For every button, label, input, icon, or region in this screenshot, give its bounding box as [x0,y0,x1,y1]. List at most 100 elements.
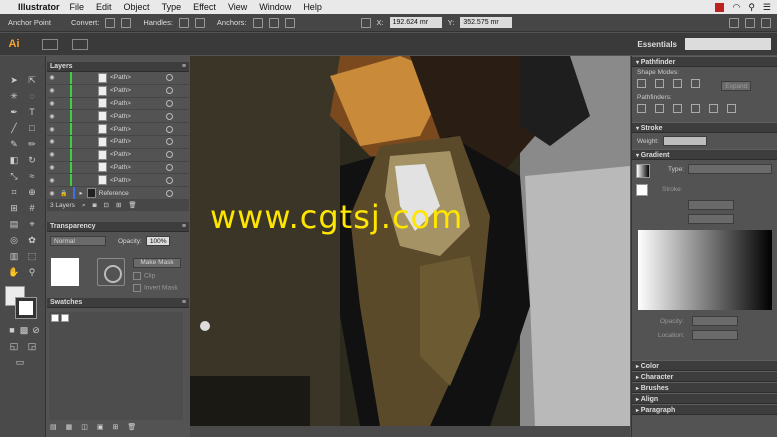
stroke-weight-field[interactable] [662,136,707,146]
divide-icon[interactable] [637,104,646,113]
panel-menu-icon[interactable]: ≡ [182,222,186,232]
help-search-input[interactable] [685,38,771,50]
target-circle-icon[interactable] [166,112,173,120]
workspace-switcher[interactable]: Essentials [637,40,677,49]
swatch-list[interactable] [49,312,183,420]
menu-object[interactable]: Object [124,2,150,12]
lasso-tool-icon[interactable]: ◌ [26,90,38,102]
menu-file[interactable]: File [70,2,85,12]
arrange-documents-button[interactable] [72,38,88,50]
visibility-eye-icon[interactable]: ◉ [47,151,57,158]
x-coordinate-field[interactable]: 192.624 mr [389,17,442,28]
delete-swatch-icon[interactable]: 🗑 [127,423,136,431]
isolate-icon[interactable] [745,17,755,28]
gradient-panel-header[interactable]: Gradient [632,149,777,160]
cut-path-icon[interactable] [284,17,295,28]
bridge-button[interactable] [42,38,58,50]
show-handles-icon[interactable] [178,17,189,28]
type-tool-icon[interactable]: T [26,106,38,118]
aspect-ratio-field[interactable] [688,214,734,224]
minus-back-icon[interactable] [727,104,736,113]
layers-panel-header[interactable]: Layers ≡ [47,62,189,72]
menu-view[interactable]: View [228,2,247,12]
blend-tool-icon[interactable]: ◎ [8,234,20,246]
panel-menu-icon[interactable]: ≡ [182,298,186,308]
rotate-tool-icon[interactable]: ↻ [26,154,38,166]
target-circle-icon[interactable] [166,138,173,146]
visibility-eye-icon[interactable]: ◉ [47,138,57,145]
angle-field[interactable] [688,200,734,210]
expand-arrow-icon[interactable]: ▸ [79,189,82,197]
magic-wand-tool-icon[interactable]: ✳ [8,90,20,102]
hand-tool-icon[interactable]: ✋ [8,266,20,278]
mesh-tool-icon[interactable]: # [26,202,38,214]
new-swatch-icon[interactable]: ⊞ [113,423,119,431]
visibility-eye-icon[interactable]: ◉ [47,74,57,81]
character-panel-header[interactable]: Character [632,371,777,382]
no-mask-icon[interactable] [97,258,125,286]
brushes-panel-header[interactable]: Brushes [632,382,777,393]
layer-row[interactable]: ◉ <Path> [47,123,189,136]
target-circle-icon[interactable] [166,151,173,159]
color-panel-header[interactable]: Color [632,360,777,371]
list-icon[interactable]: ☰ [763,2,771,13]
artboard-canvas[interactable]: www.cgtsj.com [190,56,630,426]
visibility-eye-icon[interactable]: ◉ [47,190,57,197]
record-icon[interactable] [715,2,725,12]
layer-row[interactable]: ◉ <Path> [47,174,189,188]
gradient-type-select[interactable] [688,164,772,174]
layer-row[interactable]: ◉ <Path> [47,110,189,124]
color-mode-icon[interactable]: ■ [6,324,18,336]
warp-tool-icon[interactable]: ≈ [26,170,38,182]
target-circle-icon[interactable] [166,189,173,197]
minus-front-icon[interactable] [655,79,664,88]
connect-anchor-icon[interactable] [268,17,279,28]
line-tool-icon[interactable]: ╱ [8,122,20,134]
paintbrush-tool-icon[interactable]: ✎ [8,138,20,150]
target-circle-icon[interactable] [166,87,173,95]
target-circle-icon[interactable] [166,176,173,184]
show-kinds-icon[interactable]: ▦ [66,423,73,431]
pencil-tool-icon[interactable]: ✏ [26,138,38,150]
align-panel-header[interactable]: Align [632,393,777,404]
layer-row[interactable]: ◉ <Path> [47,72,189,85]
horizontal-scrollbar[interactable] [190,426,630,437]
panel-menu-icon[interactable]: ≡ [182,62,186,72]
artboard-tool-icon[interactable]: ⬚ [26,250,38,262]
invert-mask-checkbox[interactable]: Invert Mask [133,284,178,292]
stroke-color-swatch[interactable] [15,297,37,319]
make-mask-button[interactable]: Make Mask [133,258,181,268]
swatch-library-icon[interactable]: ▤ [50,423,57,431]
gradient-swatch[interactable] [636,164,650,178]
crop-icon[interactable] [691,104,700,113]
screen-mode-icon[interactable]: ▭ [14,356,26,368]
shape-builder-tool-icon[interactable]: ⊕ [26,186,38,198]
clipping-mask-icon[interactable]: ◙ [93,200,97,211]
outline-icon[interactable] [709,104,718,113]
merge-icon[interactable] [673,104,682,113]
new-color-group-icon[interactable]: ▣ [97,423,104,431]
visibility-eye-icon[interactable]: ◉ [47,126,57,133]
scale-tool-icon[interactable]: ⤡ [8,170,20,182]
clip-checkbox[interactable]: Clip [133,272,155,280]
gradient-mode-icon[interactable]: ▩ [18,324,30,336]
swatch-options-icon[interactable]: ◫ [81,423,88,431]
layer-row[interactable]: ◉ <Path> [47,135,189,149]
pathfinder-panel-header[interactable]: Pathfinder [632,56,777,67]
trim-icon[interactable] [655,104,664,113]
target-circle-icon[interactable] [166,163,173,171]
visibility-eye-icon[interactable]: ◉ [47,113,57,120]
column-graph-tool-icon[interactable]: ▥ [8,250,20,262]
visibility-eye-icon[interactable]: ◉ [47,177,57,184]
gradient-slider[interactable] [638,230,772,310]
draw-inside-icon[interactable]: ◲ [26,340,38,352]
target-circle-icon[interactable] [166,99,173,107]
eraser-tool-icon[interactable]: ◧ [8,154,20,166]
gradient-location-field[interactable] [692,330,738,340]
opacity-field[interactable]: 100% [145,236,171,246]
none-mode-icon[interactable]: ⊘ [30,324,42,336]
selection-tool-icon[interactable]: ➤ [8,74,20,86]
swatches-panel-header[interactable]: Swatches ≡ [47,298,189,308]
registration-swatch[interactable] [61,314,69,322]
none-swatch[interactable] [51,314,59,322]
